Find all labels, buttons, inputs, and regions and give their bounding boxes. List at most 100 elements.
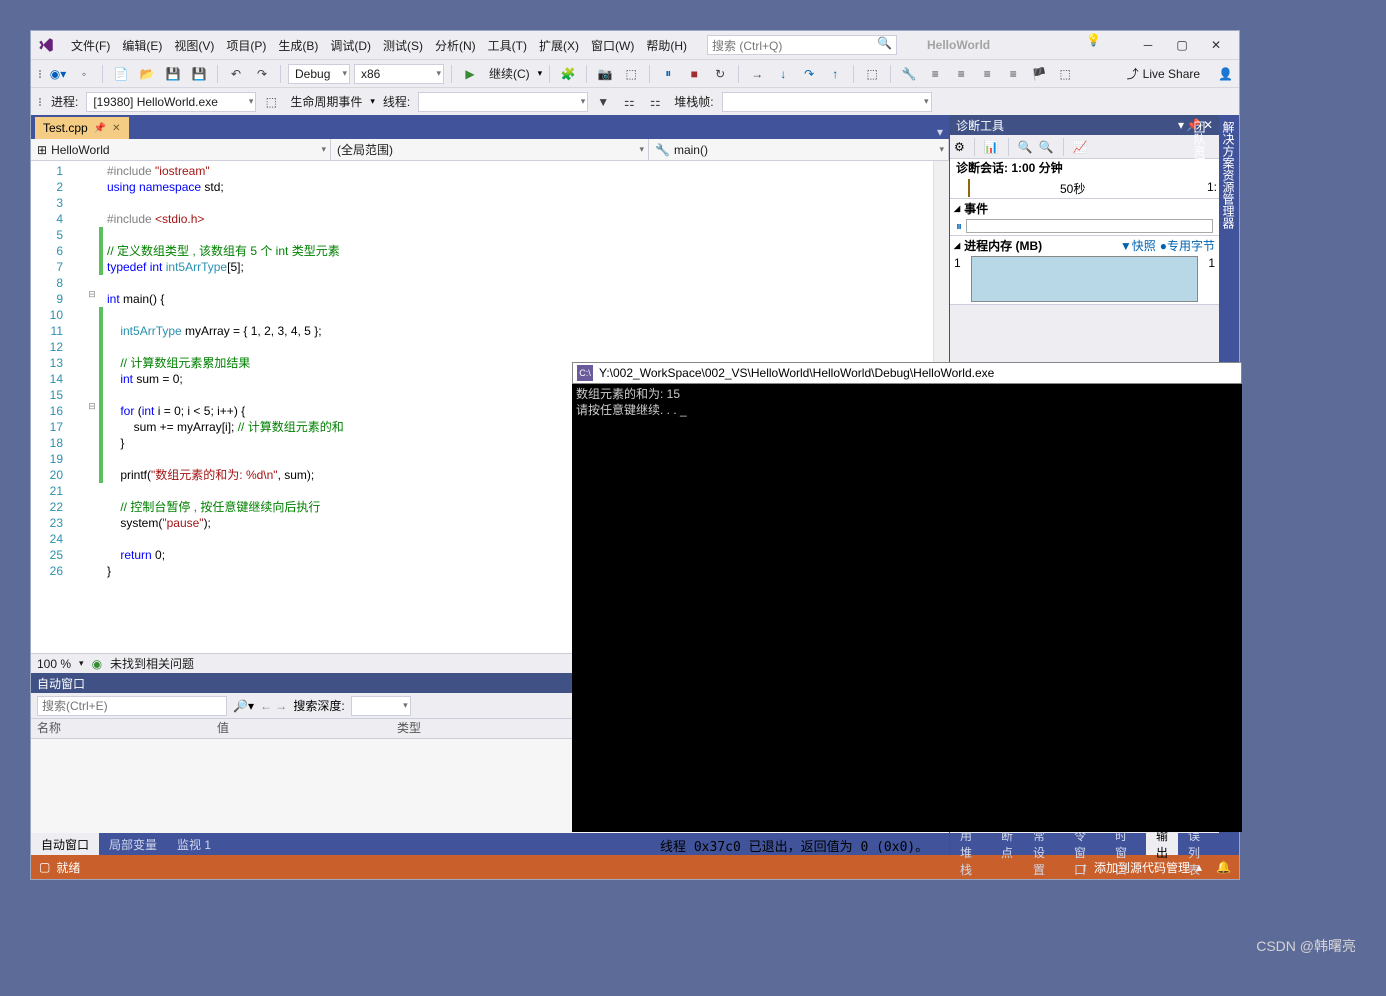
diag-timeline[interactable]: 50秒 1: — [950, 177, 1219, 199]
bottom-tab[interactable]: 命令窗口 — [1064, 833, 1105, 855]
bottom-tab[interactable]: 调用堆栈 — [950, 833, 991, 855]
events-label[interactable]: 事件 — [964, 200, 988, 217]
status-src[interactable]: 添加到源代码管理 — [1094, 859, 1190, 876]
console-body: 数组元素的和为: 15 请按任意键继续. . . _ — [572, 384, 1242, 420]
back-button[interactable]: ◉▾ — [47, 63, 69, 85]
menu-item[interactable]: 项目(P) — [220, 35, 272, 56]
open-button[interactable]: 📂 — [136, 63, 158, 85]
stepinto-button[interactable]: ↓ — [772, 63, 794, 85]
menubar: 文件(F)编辑(E)视图(V)项目(P)生成(B)调试(D)测试(S)分析(N)… — [31, 31, 1239, 59]
output-text: 线程 0x37c0 已退出，返回值为 0 (0x0)。 — [660, 836, 928, 855]
watermark: CSDN @韩曙亮 — [1256, 936, 1356, 956]
bottom-tab[interactable]: 监视 1 — [167, 833, 221, 855]
menu-item[interactable]: 工具(T) — [482, 35, 533, 56]
tool-icon[interactable]: ⬚ — [620, 63, 642, 85]
pin-icon[interactable]: 📌 — [94, 123, 106, 134]
zoomout-icon[interactable]: 🔍 — [1039, 140, 1054, 154]
config-dropdown[interactable]: Debug — [288, 64, 350, 84]
search-input[interactable]: 搜索 (Ctrl+Q) — [707, 35, 897, 55]
menu-item[interactable]: 扩展(X) — [533, 35, 585, 56]
statusbar: ▢ 就绪 ↑添加到源代码管理▴🔔 — [31, 855, 1239, 879]
stop-button[interactable]: ■ — [683, 63, 705, 85]
menu-item[interactable]: 分析(N) — [429, 35, 482, 56]
close-button[interactable]: ✕ — [1199, 33, 1233, 57]
zoomin-icon[interactable]: 🔍 — [1018, 140, 1033, 154]
search-icon[interactable]: 🔎▾ — [233, 699, 254, 713]
bottom-tab[interactable]: 异常设置 — [1023, 833, 1064, 855]
fold-gutter[interactable]: ⊟⊟ — [85, 161, 99, 653]
bottom-tab[interactable]: 自动窗口 — [31, 833, 99, 855]
stepover-button[interactable]: ↷ — [798, 63, 820, 85]
menu-item[interactable]: 窗口(W) — [585, 35, 640, 56]
platform-dropdown[interactable]: x86 — [354, 64, 444, 84]
tool-icon[interactable]: ≡ — [924, 63, 946, 85]
continue-button[interactable]: ▶ — [459, 63, 481, 85]
new-button[interactable]: 📄 — [110, 63, 132, 85]
tool-icon[interactable]: 📊 — [984, 140, 999, 154]
zoom-level[interactable]: 100 % — [37, 657, 71, 671]
pause-button[interactable]: ⏸ — [657, 63, 679, 85]
console-window[interactable]: C:\Y:\002_WorkSpace\002_VS\HelloWorld\He… — [572, 362, 1242, 832]
nav-function[interactable]: 🔧 main() — [649, 139, 949, 160]
nav-scope[interactable]: (全局范围) — [331, 139, 649, 160]
forward-button[interactable]: ◦ — [73, 63, 95, 85]
depth-label: 搜索深度: — [293, 697, 344, 714]
minimize-button[interactable]: ─ — [1131, 33, 1165, 57]
menu-item[interactable]: 测试(S) — [377, 35, 429, 56]
tool-icon[interactable]: ⚏ — [644, 91, 666, 113]
undo-button[interactable]: ↶ — [225, 63, 247, 85]
autos-search[interactable] — [37, 696, 227, 716]
thread-dropdown[interactable] — [418, 92, 588, 112]
tool-icon[interactable]: 🏴 — [1028, 63, 1050, 85]
dropdown-icon[interactable]: ▾ — [1178, 118, 1184, 132]
tool-icon[interactable]: ≡ — [1002, 63, 1024, 85]
feedback-icon[interactable]: 💡 — [1086, 33, 1101, 57]
menu-item[interactable]: 生成(B) — [272, 35, 324, 56]
bottom-tab[interactable]: 断点 — [991, 833, 1023, 855]
stepout-button[interactable]: ↑ — [824, 63, 846, 85]
tool-icon[interactable]: ⬚ — [861, 63, 883, 85]
saveall-button[interactable]: 💾 — [188, 63, 210, 85]
bottom-tab[interactable]: 局部变量 — [99, 833, 167, 855]
tool-icon[interactable]: 🔧 — [898, 63, 920, 85]
tool-icon[interactable]: ⬚ — [1054, 63, 1076, 85]
depth-dropdown[interactable] — [351, 696, 411, 716]
tool-icon[interactable]: 🧩 — [557, 63, 579, 85]
process-dropdown[interactable]: [19380] HelloWorld.exe — [86, 92, 256, 112]
search-icon[interactable]: 🔍 — [877, 36, 895, 54]
menu-item[interactable]: 编辑(E) — [116, 35, 168, 56]
stackframe-dropdown[interactable] — [722, 92, 932, 112]
liveshare-button[interactable]: ⤴Live Share👤 — [1127, 65, 1233, 82]
bottom-tab[interactable]: 输出 — [1146, 833, 1178, 855]
lifecycle-button[interactable]: ⬚ — [260, 91, 282, 113]
gear-icon[interactable]: ⚙ — [954, 140, 965, 154]
tab-active[interactable]: Test.cpp📌✕ — [35, 117, 129, 139]
save-button[interactable]: 💾 — [162, 63, 184, 85]
menu-item[interactable]: 调试(D) — [324, 35, 377, 56]
tool-icon[interactable]: 📷 — [594, 63, 616, 85]
tool-icon[interactable]: ▼ — [592, 91, 614, 113]
status-icon: ▢ — [39, 860, 50, 874]
close-tab-icon[interactable]: ✕ — [112, 123, 120, 134]
nav-project[interactable]: ⊞ HelloWorld — [31, 139, 331, 160]
bottom-tab[interactable]: 即时窗口 — [1105, 833, 1146, 855]
solution-name: HelloWorld — [927, 38, 990, 52]
mem-chart — [971, 256, 1199, 302]
menu-item[interactable]: 文件(F) — [65, 35, 116, 56]
bottom-tab[interactable]: 错误列表 — [1178, 833, 1219, 855]
tool-icon[interactable]: ⚏ — [618, 91, 640, 113]
maximize-button[interactable]: ▢ — [1165, 33, 1199, 57]
bottom-tabs-right: 调用堆栈断点异常设置命令窗口即时窗口输出错误列表 — [950, 833, 1219, 855]
mem-label[interactable]: 进程内存 (MB) — [964, 237, 1042, 254]
restart-button[interactable]: ↻ — [709, 63, 731, 85]
step-button[interactable]: → — [746, 63, 768, 85]
menu-item[interactable]: 帮助(H) — [640, 35, 693, 56]
process-label: 进程: — [47, 93, 82, 110]
tab-dropdown[interactable]: ▾ — [931, 125, 949, 139]
tool-icon[interactable]: 📈 — [1073, 140, 1088, 154]
redo-button[interactable]: ↷ — [251, 63, 273, 85]
tool-icon[interactable]: ≡ — [976, 63, 998, 85]
tool-icon[interactable]: ≡ — [950, 63, 972, 85]
menu-item[interactable]: 视图(V) — [168, 35, 220, 56]
continue-label[interactable]: 继续(C) — [485, 65, 534, 82]
